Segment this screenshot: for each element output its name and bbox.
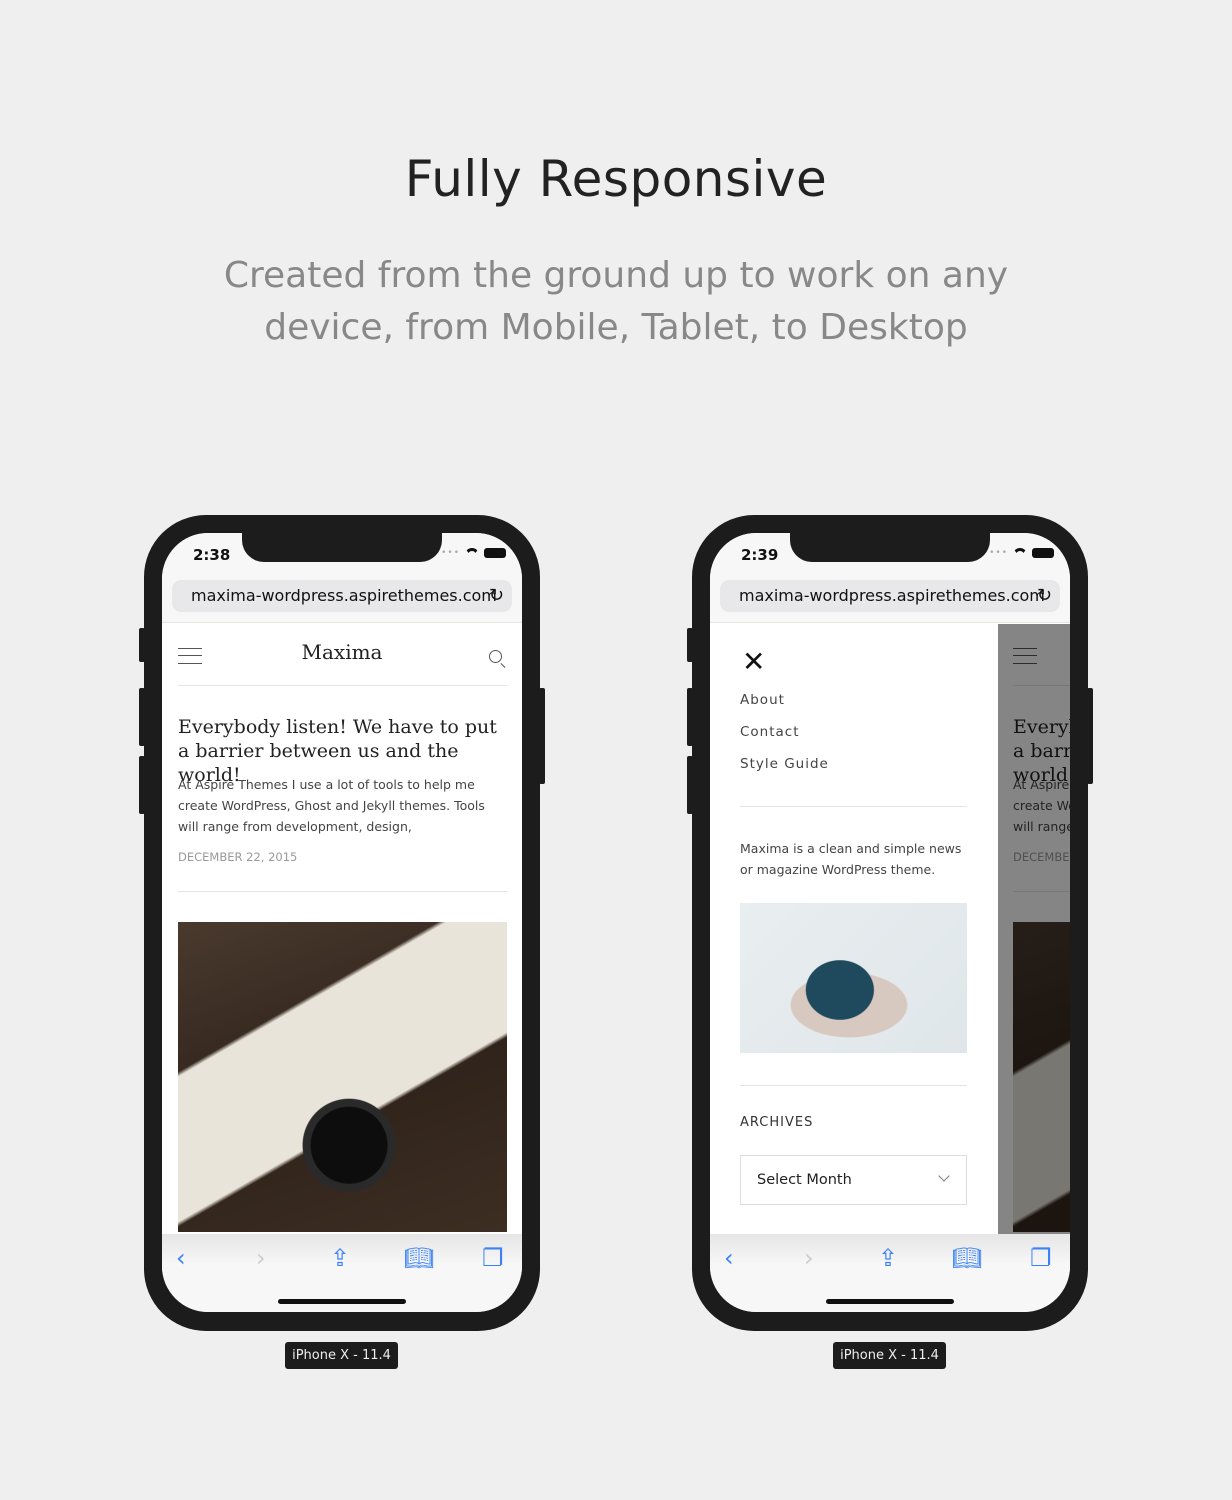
- archives-select[interactable]: Select Month: [740, 1155, 967, 1205]
- coffee-cup-image: [740, 903, 967, 1053]
- site-description: Maxima is a clean and simple news or mag…: [740, 841, 962, 877]
- address-bar[interactable]: maxima-wordpress.aspirethemes.com ↻: [720, 580, 1060, 612]
- post-date: DECEMBER 22, 2015: [178, 850, 298, 864]
- share-icon[interactable]: ⇪: [330, 1244, 350, 1272]
- menu-item-contact[interactable]: Contact: [740, 724, 800, 740]
- phone-mockup-left: 2:38 ••••• maxima-wordpress.aspirethemes…: [144, 515, 540, 1331]
- web-page: Everybody listen! We have to put a barri…: [710, 624, 1070, 1234]
- slide-menu-panel: ✕ About Contact Style Guide Maxima is a …: [710, 624, 998, 1234]
- home-indicator: [278, 1299, 406, 1304]
- phone-mockup-right: 2:39 ••••• maxima-wordpress.aspirethemes…: [692, 515, 1088, 1331]
- url-text: maxima-wordpress.aspirethemes.com: [191, 586, 497, 605]
- device-label: iPhone X - 11.4: [285, 1342, 398, 1369]
- notch: [242, 533, 442, 562]
- divider: [178, 891, 507, 892]
- notch: [790, 533, 990, 562]
- reload-icon[interactable]: ↻: [489, 580, 504, 612]
- phone-screen: 2:39 ••••• maxima-wordpress.aspirethemes…: [710, 533, 1070, 1312]
- battery-icon: [484, 548, 506, 558]
- battery-icon: [1032, 548, 1054, 558]
- chevron-left-icon[interactable]: ‹: [724, 1244, 734, 1272]
- tabs-icon[interactable]: ❐: [1030, 1244, 1052, 1272]
- book-icon[interactable]: 📖︎: [404, 1244, 434, 1272]
- hero-title: Fully Responsive: [404, 150, 828, 208]
- menu-item-about[interactable]: About: [740, 692, 785, 708]
- page-overlay[interactable]: Everybody listen! We have to put a barri…: [998, 624, 1070, 1234]
- tabs-icon[interactable]: ❐: [482, 1244, 504, 1272]
- wifi-icon: [465, 548, 479, 558]
- chevron-right-icon[interactable]: ›: [804, 1244, 814, 1272]
- status-time: 2:39: [741, 546, 779, 564]
- status-time: 2:38: [193, 546, 231, 564]
- select-value: Select Month: [757, 1172, 852, 1188]
- wifi-icon: [1013, 548, 1027, 558]
- close-icon[interactable]: ✕: [742, 648, 765, 676]
- reload-icon[interactable]: ↻: [1037, 580, 1052, 612]
- book-icon[interactable]: 📖︎: [952, 1244, 982, 1272]
- chevron-left-icon[interactable]: ‹: [176, 1244, 186, 1272]
- web-page: Maxima Everybody listen! We have to put …: [162, 624, 522, 1234]
- post-image-book-coffee[interactable]: [178, 922, 507, 1232]
- archives-heading: ARCHIVES: [740, 1115, 814, 1130]
- site-logo[interactable]: Maxima: [162, 640, 522, 664]
- divider: [178, 685, 507, 686]
- chevron-down-icon: [938, 1170, 950, 1182]
- device-label: iPhone X - 11.4: [833, 1342, 946, 1369]
- url-text: maxima-wordpress.aspirethemes.com: [739, 586, 1045, 605]
- post-excerpt: At Aspire Themes I use a lot of tools to…: [178, 777, 485, 834]
- share-icon[interactable]: ⇪: [878, 1244, 898, 1272]
- address-bar[interactable]: maxima-wordpress.aspirethemes.com ↻: [172, 580, 512, 612]
- hero-subtitle: Created from the ground up to work on an…: [223, 255, 1009, 348]
- divider: [740, 1085, 967, 1086]
- menu-item-style-guide[interactable]: Style Guide: [740, 756, 829, 772]
- chevron-right-icon[interactable]: ›: [256, 1244, 266, 1272]
- home-indicator: [826, 1299, 954, 1304]
- search-icon[interactable]: [489, 650, 502, 663]
- divider: [740, 806, 967, 807]
- phone-screen: 2:38 ••••• maxima-wordpress.aspirethemes…: [162, 533, 522, 1312]
